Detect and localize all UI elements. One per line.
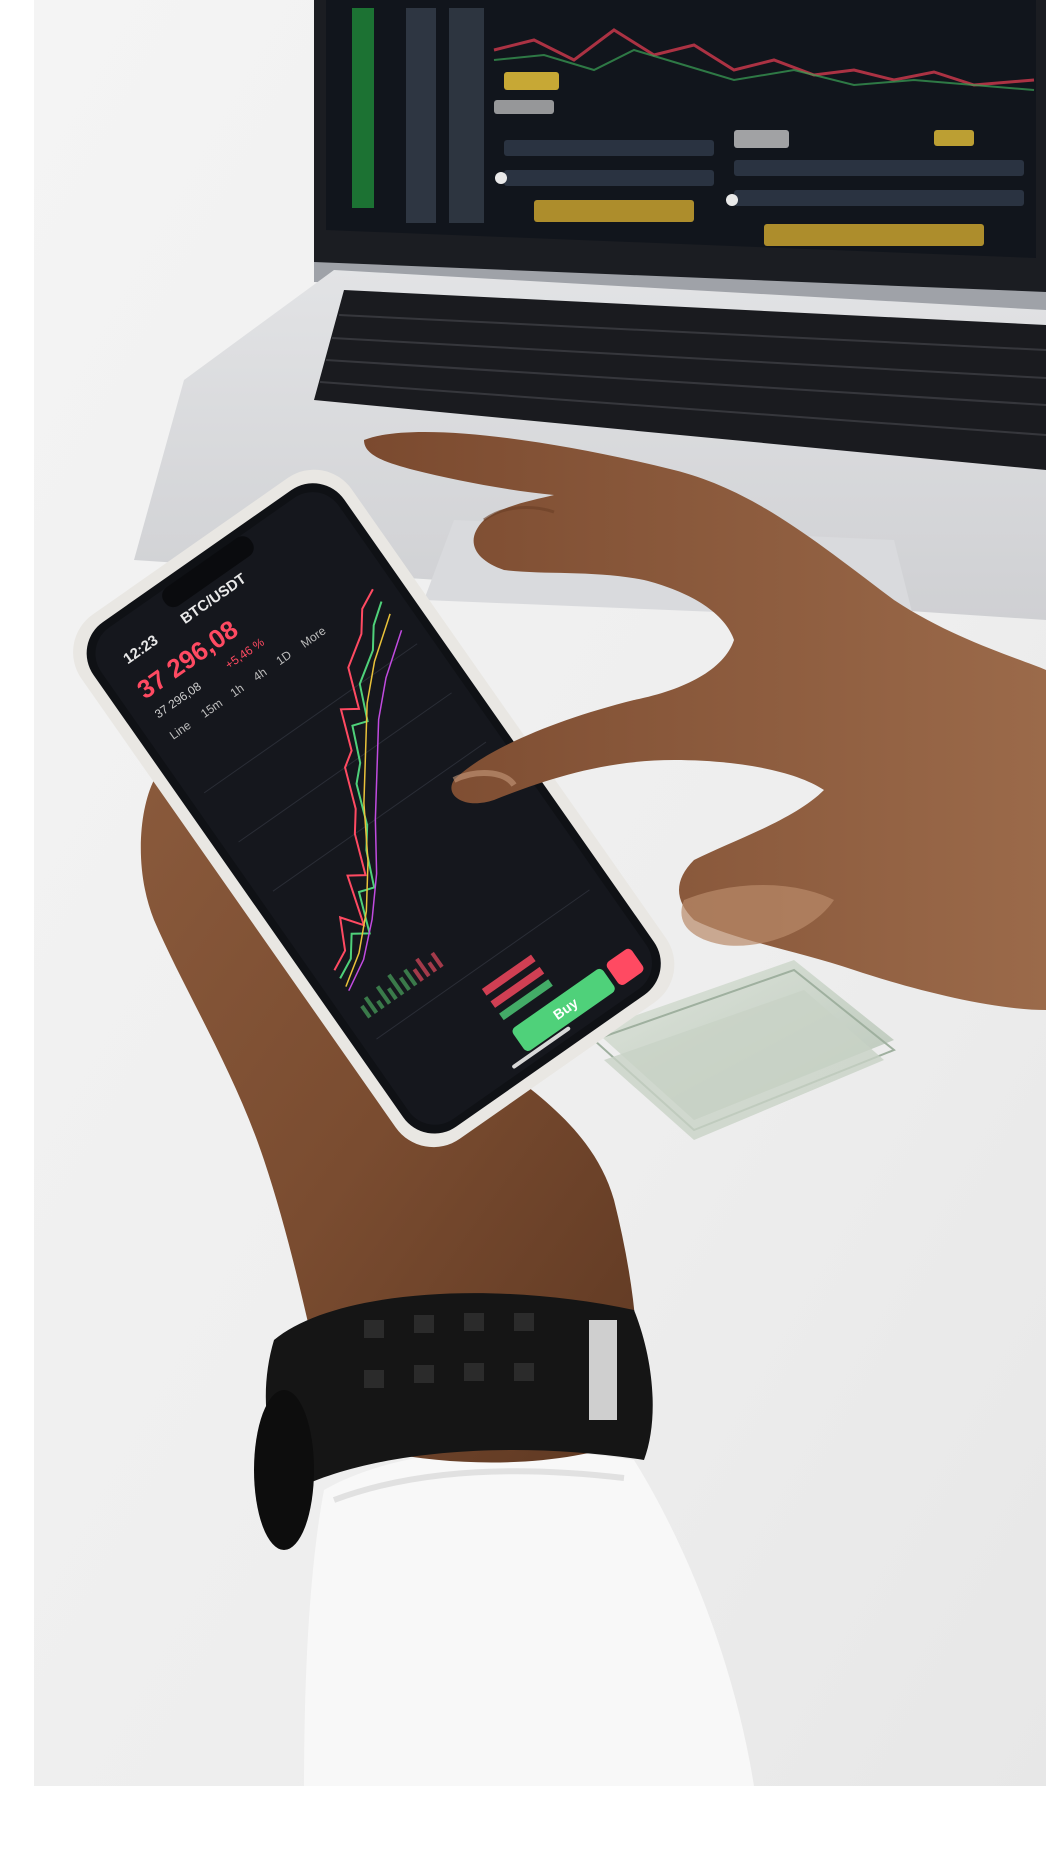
laptop-screen	[314, 0, 1046, 300]
photo-frame	[34, 0, 1046, 1786]
photo-scene	[34, 0, 1046, 1786]
